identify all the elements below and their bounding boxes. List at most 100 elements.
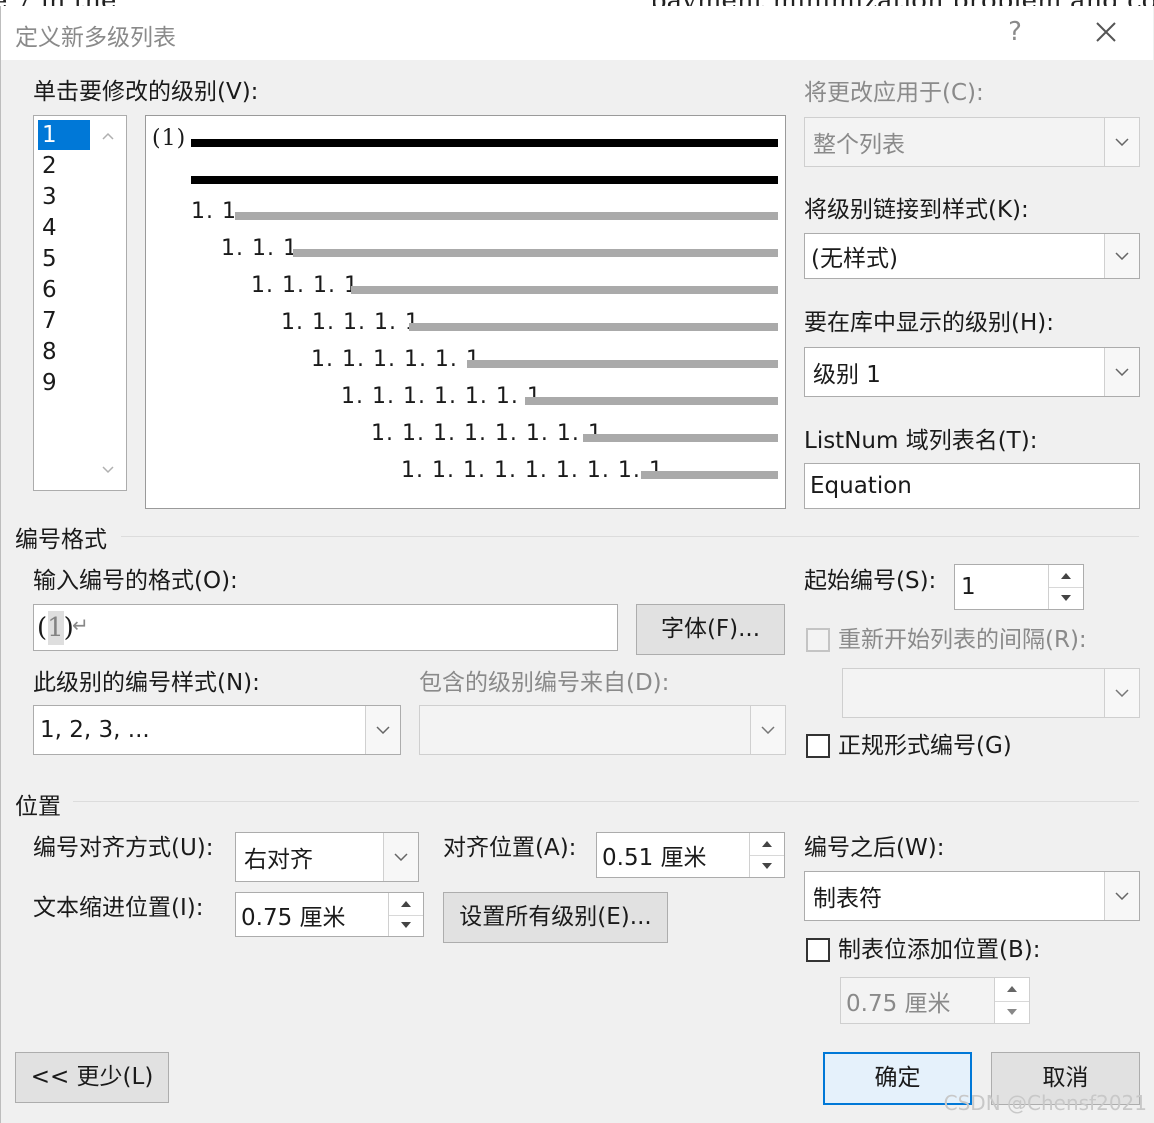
level-item[interactable]: 6: [38, 275, 90, 305]
indent-spinner[interactable]: 0.75 厘米: [235, 892, 424, 937]
title-bar: 定义新多级列表 ?: [1, 6, 1153, 60]
level-item[interactable]: 1: [38, 120, 90, 150]
format-input[interactable]: (1) ↵: [33, 604, 618, 651]
level-item[interactable]: 9: [38, 368, 90, 398]
preview-level-1-line: [191, 139, 778, 147]
include-level-label: 包含的级别编号来自(D):: [419, 670, 670, 696]
list-preview: (1) 1. 1 1. 1. 1 1. 1. 1. 1 1. 1. 1. 1. …: [145, 115, 786, 509]
start-at-label: 起始编号(S):: [804, 568, 937, 594]
triangle-down-icon: [1061, 595, 1071, 601]
spin-down-button[interactable]: [1049, 587, 1083, 609]
level-item[interactable]: 4: [38, 213, 90, 243]
aligned-at-spinner[interactable]: 0.51 厘米: [596, 832, 785, 878]
legal-numbering-label: 正规形式编号(G): [838, 733, 1012, 759]
set-all-levels-button[interactable]: 设置所有级别(E)...: [443, 892, 668, 943]
start-at-spin-buttons[interactable]: [1048, 565, 1083, 609]
level-item[interactable]: 3: [38, 182, 90, 212]
spin-up-button[interactable]: [389, 893, 423, 916]
font-button-label: 字体(F)...: [660, 616, 761, 642]
chevron-down-icon: [1115, 138, 1129, 146]
define-multilevel-list-dialog: 定义新多级列表 ? 单击要修改的级别(V): 1 2 3 4 5 6 7 8 9…: [0, 6, 1154, 1123]
indent-spin-buttons[interactable]: [388, 893, 423, 936]
legal-numbering-checkbox[interactable]: [806, 734, 830, 758]
start-at-spinner[interactable]: 1: [954, 564, 1084, 610]
preview-level-line: [641, 471, 778, 479]
restart-checkbox[interactable]: [806, 628, 830, 652]
less-button[interactable]: << 更少(L): [15, 1052, 169, 1103]
preview-level-1-label: (1): [152, 126, 187, 151]
chevron-down-icon: [1115, 689, 1129, 697]
chevron-down-icon: [1115, 892, 1129, 900]
level-item[interactable]: 2: [38, 151, 90, 181]
follow-dropdown[interactable]: 制表符: [804, 871, 1140, 921]
tab-stop-spinner[interactable]: 0.75 厘米: [840, 977, 1030, 1024]
spin-up-button[interactable]: [1049, 565, 1083, 588]
spin-down-button[interactable]: [389, 915, 423, 937]
restart-arrow[interactable]: [1104, 669, 1139, 717]
triangle-up-icon: [401, 900, 411, 907]
chevron-down-icon: [1115, 252, 1129, 260]
scroll-up-icon[interactable]: [102, 132, 114, 140]
link-style-arrow[interactable]: [1104, 234, 1139, 278]
chevron-down-icon: [1115, 368, 1129, 376]
follow-arrow[interactable]: [1104, 872, 1139, 920]
link-style-label: 将级别链接到样式(K):: [804, 197, 1029, 223]
watermark: CSDN @Chensf2021: [943, 1091, 1147, 1115]
spin-down-button[interactable]: [995, 1001, 1029, 1024]
level-list-scrollbar[interactable]: [90, 116, 126, 490]
align-label: 编号对齐方式(U):: [33, 835, 214, 861]
close-button[interactable]: [1086, 14, 1126, 50]
gallery-level-arrow[interactable]: [1104, 348, 1139, 396]
restart-dropdown[interactable]: [842, 668, 1140, 718]
link-style-dropdown[interactable]: (无样式): [804, 233, 1140, 279]
align-value: 右对齐: [244, 847, 313, 873]
preview-level-1-line: [191, 176, 778, 184]
include-level-dropdown[interactable]: [419, 705, 786, 755]
indent-value: 0.75 厘米: [241, 904, 346, 931]
number-style-dropdown[interactable]: 1, 2, 3, ...: [33, 705, 401, 755]
align-dropdown[interactable]: 右对齐: [235, 832, 419, 882]
aligned-at-value: 0.51 厘米: [602, 845, 707, 871]
set-all-levels-label: 设置所有级别(E)...: [459, 904, 652, 930]
level-item[interactable]: 8: [38, 337, 90, 367]
apply-to-arrow[interactable]: [1104, 118, 1139, 166]
preview-level-label: 1. 1: [191, 199, 237, 224]
level-item[interactable]: 7: [38, 306, 90, 336]
listnum-input[interactable]: Equation: [804, 463, 1140, 509]
spin-up-button[interactable]: [995, 978, 1029, 1002]
level-item[interactable]: 5: [38, 244, 90, 274]
number-style-arrow[interactable]: [365, 706, 400, 754]
number-style-label: 此级别的编号样式(N):: [33, 670, 260, 696]
level-list[interactable]: 1 2 3 4 5 6 7 8 9: [33, 115, 127, 491]
position-separator: [73, 801, 1139, 802]
apply-to-dropdown[interactable]: 整个列表: [804, 117, 1140, 167]
paragraph-mark-icon: ↵: [72, 613, 89, 637]
chevron-down-icon: [394, 853, 408, 861]
triangle-up-icon: [762, 841, 772, 847]
align-arrow[interactable]: [383, 833, 418, 881]
triangle-up-icon: [1007, 986, 1017, 993]
dialog-title: 定义新多级列表: [15, 25, 176, 51]
tab-stop-value: 0.75 厘米: [846, 990, 951, 1017]
preview-level-line: [351, 286, 778, 294]
triangle-down-icon: [1007, 1008, 1017, 1015]
preview-level-label: 1. 1. 1. 1. 1. 1. 1: [341, 384, 542, 409]
preview-level-label: 1. 1. 1. 1: [251, 273, 359, 298]
listnum-value: Equation: [810, 473, 912, 499]
chevron-down-icon: [376, 726, 390, 734]
preview-level-line: [293, 249, 778, 257]
aligned-at-spin-buttons[interactable]: [749, 833, 784, 877]
help-button[interactable]: ?: [995, 14, 1035, 50]
gallery-level-label: 要在库中显示的级别(H):: [804, 310, 1054, 336]
tab-stop-checkbox[interactable]: [806, 938, 830, 962]
level-select-label: 单击要修改的级别(V):: [33, 79, 259, 105]
spin-up-button[interactable]: [750, 833, 784, 856]
gallery-level-dropdown[interactable]: 级别 1: [804, 347, 1140, 397]
scroll-down-icon[interactable]: [102, 466, 114, 474]
spin-down-button[interactable]: [750, 855, 784, 877]
include-level-arrow[interactable]: [750, 706, 785, 754]
aligned-at-label: 对齐位置(A):: [443, 835, 577, 861]
font-button[interactable]: 字体(F)...: [636, 604, 785, 655]
tab-stop-spin-buttons[interactable]: [994, 978, 1029, 1023]
preview-level-label: 1. 1. 1. 1. 1. 1. 1. 1: [371, 421, 603, 446]
